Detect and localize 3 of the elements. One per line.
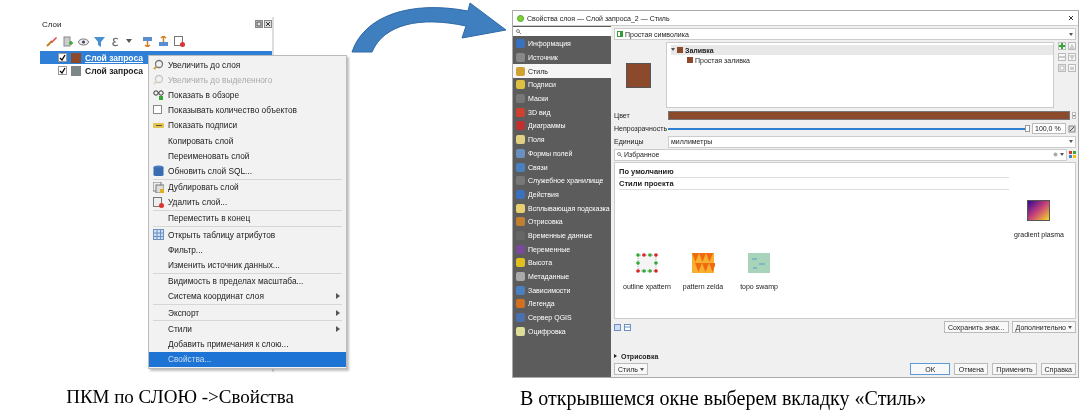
caption: ПКМ по СЛОЮ ->Свойства [65,386,295,408]
caption: В открывшемся окне выберем вкладку «Стиль» [520,387,928,410]
panel-title: Слои [42,19,63,29]
